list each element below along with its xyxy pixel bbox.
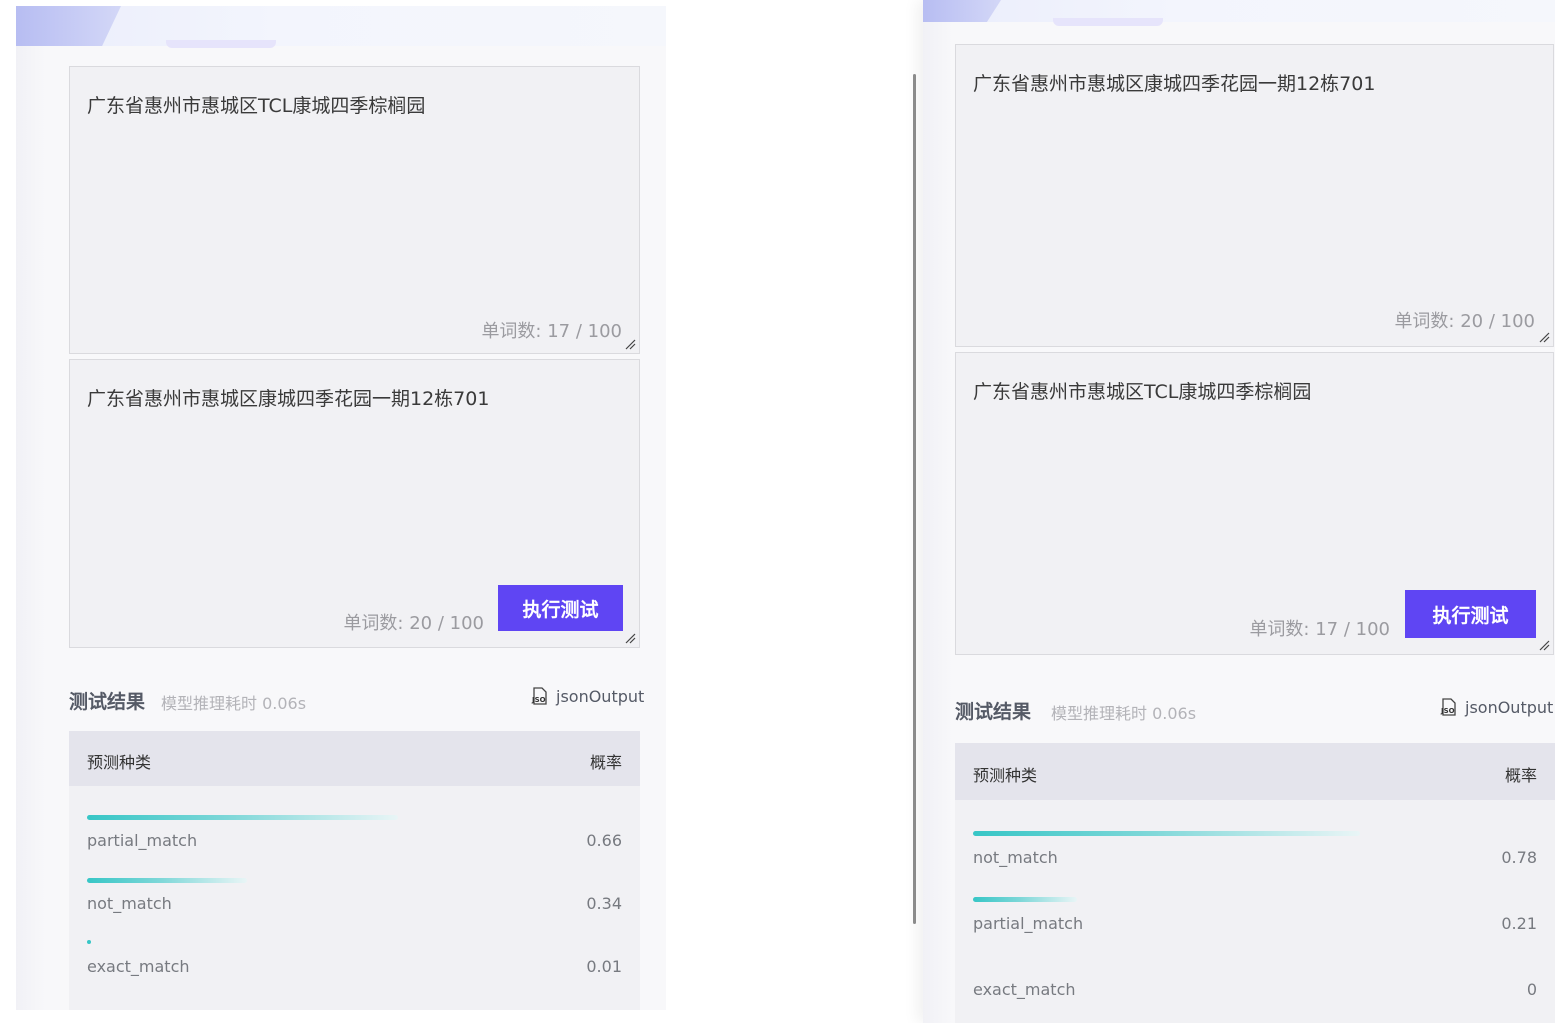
header-decoration [923, 0, 1001, 22]
text-input-1[interactable]: 广东省惠州市惠城区康城四季花园一期12栋701 单词数: 20 / 100 [955, 44, 1554, 347]
row-label: exact_match [87, 957, 190, 976]
inference-time: 模型推理耗时 0.06s [161, 694, 307, 713]
resize-grip-icon[interactable] [625, 633, 636, 644]
results-title: 测试结果 [955, 701, 1032, 723]
results-table: 预测种类 概率 partial_match 0.66 not_match 0.3… [69, 731, 640, 1010]
header-decoration [16, 6, 121, 46]
row-value: 0.21 [1501, 914, 1537, 933]
left-test-panel: 广东省惠州市惠城区TCL康城四季棕榈园 单词数: 17 / 100 广东省惠州市… [16, 6, 666, 1010]
word-count: 单词数: 20 / 100 [1394, 311, 1535, 332]
row-value: 0.78 [1501, 848, 1537, 867]
column-header-class: 预测种类 [87, 753, 152, 772]
text-input-value: 广东省惠州市惠城区康城四季花园一期12栋701 [973, 73, 1376, 95]
probability-bar [973, 831, 1360, 836]
column-header-class: 预测种类 [973, 766, 1038, 785]
header-tab-indicator [1053, 18, 1163, 26]
row-label: exact_match [973, 980, 1076, 999]
json-output-link[interactable]: JSO jsonOutput [530, 686, 644, 706]
table-header: 预测种类 概率 [955, 743, 1555, 800]
json-output-label: jsonOutput [556, 686, 645, 706]
right-test-panel: 广东省惠州市惠城区康城四季花园一期12栋701 单词数: 20 / 100 广东… [923, 0, 1555, 1023]
json-file-icon: JSO [1440, 698, 1456, 716]
results-table: 预测种类 概率 not_match 0.78 partial_match 0.2… [955, 743, 1555, 1023]
probability-dot [87, 940, 91, 944]
word-count: 单词数: 17 / 100 [1249, 619, 1390, 640]
row-label: not_match [87, 894, 172, 913]
column-header-probability: 概率 [589, 753, 622, 772]
row-label: partial_match [973, 914, 1084, 933]
row-value: 0.66 [586, 831, 622, 850]
row-value: 0.34 [586, 894, 622, 913]
column-header-probability: 概率 [1504, 766, 1537, 785]
scrollbar-thumb[interactable] [913, 74, 916, 924]
row-value: 0 [1526, 980, 1537, 999]
text-input-1[interactable]: 广东省惠州市惠城区TCL康城四季棕榈园 单词数: 17 / 100 [69, 66, 640, 354]
probability-bar [87, 815, 398, 820]
json-file-icon: JSO [531, 687, 547, 705]
svg-text:JSO: JSO [1440, 707, 1455, 715]
text-input-value: 广东省惠州市惠城区TCL康城四季棕榈园 [87, 95, 426, 117]
run-test-button[interactable]: 执行测试 [498, 585, 623, 631]
word-count: 单词数: 20 / 100 [343, 613, 484, 634]
resize-grip-icon[interactable] [1539, 332, 1550, 343]
json-output-label: jsonOutput [1465, 697, 1554, 717]
row-label: not_match [973, 848, 1058, 867]
svg-text:JSO: JSO [531, 696, 546, 704]
header-band [923, 0, 1555, 26]
probability-bar [973, 897, 1077, 902]
word-count: 单词数: 17 / 100 [481, 321, 622, 342]
row-label: partial_match [87, 831, 198, 850]
resize-grip-icon[interactable] [625, 339, 636, 350]
text-input-value: 广东省惠州市惠城区TCL康城四季棕榈园 [973, 381, 1312, 403]
text-input-value: 广东省惠州市惠城区康城四季花园一期12栋701 [87, 388, 490, 410]
header-tab-indicator [166, 40, 276, 48]
side-strip [923, 22, 953, 1023]
results-title: 测试结果 [69, 691, 146, 713]
header-band [16, 6, 666, 48]
row-value: 0.01 [586, 957, 622, 976]
probability-bar [87, 878, 247, 883]
json-output-link[interactable]: JSO jsonOutput [1439, 697, 1553, 717]
run-test-button[interactable]: 执行测试 [1405, 590, 1536, 638]
resize-grip-icon[interactable] [1539, 640, 1550, 651]
side-strip [16, 46, 46, 1010]
table-header: 预测种类 概率 [69, 731, 640, 786]
inference-time: 模型推理耗时 0.06s [1051, 704, 1197, 723]
